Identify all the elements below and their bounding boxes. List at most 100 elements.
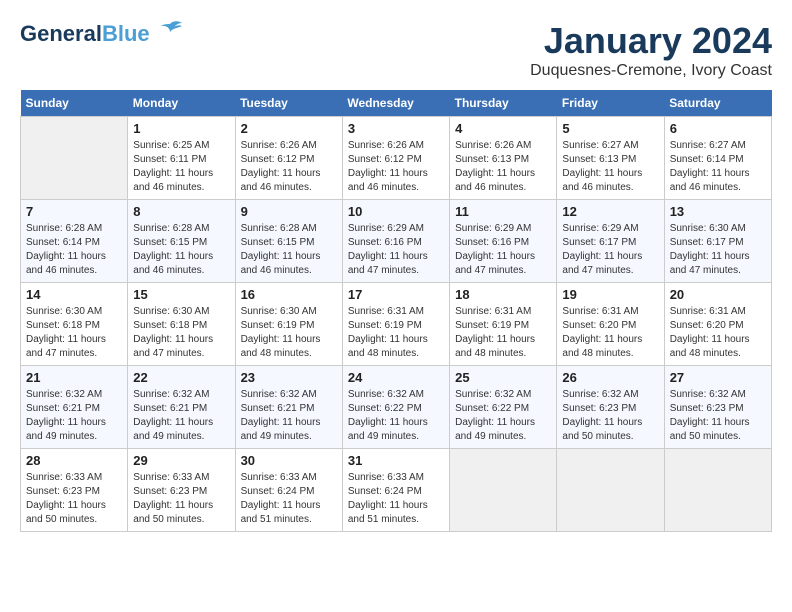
cell-info: Sunrise: 6:27 AMSunset: 6:14 PMDaylight:…	[670, 139, 766, 195]
day-number: 15	[133, 287, 229, 302]
calendar-cell: 14Sunrise: 6:30 AMSunset: 6:18 PMDayligh…	[21, 283, 128, 366]
location-subtitle: Duquesnes-Cremone, Ivory Coast	[530, 62, 772, 80]
logo: GeneralBlue	[20, 20, 184, 48]
day-number: 31	[348, 453, 444, 468]
day-number: 28	[26, 453, 122, 468]
cell-info: Sunrise: 6:32 AMSunset: 6:21 PMDaylight:…	[133, 388, 229, 444]
cell-info: Sunrise: 6:32 AMSunset: 6:23 PMDaylight:…	[562, 388, 658, 444]
day-number: 27	[670, 370, 766, 385]
cell-info: Sunrise: 6:29 AMSunset: 6:16 PMDaylight:…	[348, 222, 444, 278]
calendar-cell: 22 Sunrise: 6:32 AMSunset: 6:21 PMDayligh…	[128, 366, 235, 449]
calendar-cell: 27 Sunrise: 6:32 AMSunset: 6:23 PMDayligh…	[664, 366, 771, 449]
calendar-cell: 2 Sunrise: 6:26 AMSunset: 6:12 PMDaylight…	[235, 117, 342, 200]
page-header: GeneralBlue January 2024 Duquesnes-Cremo…	[20, 20, 772, 80]
cell-info: Sunrise: 6:33 AMSunset: 6:23 PMDaylight:…	[133, 471, 229, 527]
weekday-header-friday: Friday	[557, 90, 664, 117]
weekday-header-tuesday: Tuesday	[235, 90, 342, 117]
weekday-header-row: SundayMondayTuesdayWednesdayThursdayFrid…	[21, 90, 772, 117]
cell-info: Sunrise: 6:31 AMSunset: 6:20 PMDaylight:…	[670, 305, 766, 361]
day-number: 11	[455, 204, 551, 219]
day-number: 25	[455, 370, 551, 385]
calendar-cell: 26Sunrise: 6:32 AMSunset: 6:23 PMDayligh…	[557, 366, 664, 449]
cell-info: Sunrise: 6:28 AMSunset: 6:15 PMDaylight:…	[241, 222, 337, 278]
cell-info: Sunrise: 6:28 AMSunset: 6:14 PMDaylight:…	[26, 222, 122, 278]
day-number: 3	[348, 121, 444, 136]
day-number: 1	[133, 121, 229, 136]
calendar-cell: 24Sunrise: 6:32 AMSunset: 6:22 PMDayligh…	[342, 366, 449, 449]
day-number: 24	[348, 370, 444, 385]
calendar-cell: 18Sunrise: 6:31 AMSunset: 6:19 PMDayligh…	[450, 283, 557, 366]
day-number: 6	[670, 121, 766, 136]
cell-info: Sunrise: 6:32 AMSunset: 6:22 PMDaylight:…	[455, 388, 551, 444]
cell-info: Sunrise: 6:27 AMSunset: 6:13 PMDaylight:…	[562, 139, 658, 195]
calendar-week-row: 1 Sunrise: 6:25 AMSunset: 6:11 PMDaylight…	[21, 117, 772, 200]
cell-info: Sunrise: 6:32 AMSunset: 6:21 PMDaylight:…	[26, 388, 122, 444]
calendar-cell	[450, 449, 557, 532]
calendar-cell: 11 Sunrise: 6:29 AMSunset: 6:16 PMDayligh…	[450, 200, 557, 283]
day-number: 20	[670, 287, 766, 302]
calendar-cell: 29 Sunrise: 6:33 AMSunset: 6:23 PMDayligh…	[128, 449, 235, 532]
logo-text: GeneralBlue	[20, 22, 150, 46]
cell-info: Sunrise: 6:29 AMSunset: 6:16 PMDaylight:…	[455, 222, 551, 278]
calendar-cell: 16Sunrise: 6:30 AMSunset: 6:19 PMDayligh…	[235, 283, 342, 366]
calendar-cell: 17Sunrise: 6:31 AMSunset: 6:19 PMDayligh…	[342, 283, 449, 366]
cell-info: Sunrise: 6:30 AMSunset: 6:19 PMDaylight:…	[241, 305, 337, 361]
calendar-cell: 20 Sunrise: 6:31 AMSunset: 6:20 PMDayligh…	[664, 283, 771, 366]
day-number: 21	[26, 370, 122, 385]
calendar-cell: 15 Sunrise: 6:30 AMSunset: 6:18 PMDayligh…	[128, 283, 235, 366]
cell-info: Sunrise: 6:33 AMSunset: 6:24 PMDaylight:…	[241, 471, 337, 527]
cell-info: Sunrise: 6:31 AMSunset: 6:20 PMDaylight:…	[562, 305, 658, 361]
weekday-header-wednesday: Wednesday	[342, 90, 449, 117]
cell-info: Sunrise: 6:30 AMSunset: 6:17 PMDaylight:…	[670, 222, 766, 278]
cell-info: Sunrise: 6:32 AMSunset: 6:21 PMDaylight:…	[241, 388, 337, 444]
cell-info: Sunrise: 6:26 AMSunset: 6:12 PMDaylight:…	[241, 139, 337, 195]
calendar-cell: 8 Sunrise: 6:28 AMSunset: 6:15 PMDaylight…	[128, 200, 235, 283]
cell-info: Sunrise: 6:29 AMSunset: 6:17 PMDaylight:…	[562, 222, 658, 278]
calendar-cell: 10 Sunrise: 6:29 AMSunset: 6:16 PMDayligh…	[342, 200, 449, 283]
weekday-header-thursday: Thursday	[450, 90, 557, 117]
day-number: 2	[241, 121, 337, 136]
day-number: 23	[241, 370, 337, 385]
calendar-week-row: 14 Sunrise: 6:30 AMSunset: 6:18 PMDayligh…	[21, 283, 772, 366]
weekday-header-sunday: Sunday	[21, 90, 128, 117]
calendar-cell: 5 Sunrise: 6:27 AMSunset: 6:13 PMDaylight…	[557, 117, 664, 200]
day-number: 9	[241, 204, 337, 219]
calendar-cell: 6 Sunrise: 6:27 AMSunset: 6:14 PMDaylight…	[664, 117, 771, 200]
day-number: 13	[670, 204, 766, 219]
cell-info: Sunrise: 6:28 AMSunset: 6:15 PMDaylight:…	[133, 222, 229, 278]
day-number: 30	[241, 453, 337, 468]
cell-info: Sunrise: 6:26 AMSunset: 6:13 PMDaylight:…	[455, 139, 551, 195]
calendar-cell: 1 Sunrise: 6:25 AMSunset: 6:11 PMDaylight…	[128, 117, 235, 200]
cell-info: Sunrise: 6:33 AMSunset: 6:24 PMDaylight:…	[348, 471, 444, 527]
day-number: 8	[133, 204, 229, 219]
calendar-cell: 19Sunrise: 6:31 AMSunset: 6:20 PMDayligh…	[557, 283, 664, 366]
calendar-week-row: 21 Sunrise: 6:32 AMSunset: 6:21 PMDayligh…	[21, 366, 772, 449]
day-number: 22	[133, 370, 229, 385]
title-block: January 2024 Duquesnes-Cremone, Ivory Co…	[530, 20, 772, 80]
calendar-cell: 3 Sunrise: 6:26 AMSunset: 6:12 PMDaylight…	[342, 117, 449, 200]
day-number: 14	[26, 287, 122, 302]
day-number: 5	[562, 121, 658, 136]
calendar-cell: 31 Sunrise: 6:33 AMSunset: 6:24 PMDayligh…	[342, 449, 449, 532]
calendar-cell: 12Sunrise: 6:29 AMSunset: 6:17 PMDayligh…	[557, 200, 664, 283]
calendar-cell: 28Sunrise: 6:33 AMSunset: 6:23 PMDayligh…	[21, 449, 128, 532]
calendar-cell	[664, 449, 771, 532]
cell-info: Sunrise: 6:31 AMSunset: 6:19 PMDaylight:…	[455, 305, 551, 361]
calendar-cell: 21 Sunrise: 6:32 AMSunset: 6:21 PMDayligh…	[21, 366, 128, 449]
calendar-cell: 7 Sunrise: 6:28 AMSunset: 6:14 PMDaylight…	[21, 200, 128, 283]
day-number: 10	[348, 204, 444, 219]
calendar-cell	[557, 449, 664, 532]
calendar-cell: 23 Sunrise: 6:32 AMSunset: 6:21 PMDayligh…	[235, 366, 342, 449]
cell-info: Sunrise: 6:26 AMSunset: 6:12 PMDaylight:…	[348, 139, 444, 195]
cell-info: Sunrise: 6:32 AMSunset: 6:23 PMDaylight:…	[670, 388, 766, 444]
cell-info: Sunrise: 6:30 AMSunset: 6:18 PMDaylight:…	[133, 305, 229, 361]
day-number: 7	[26, 204, 122, 219]
day-number: 29	[133, 453, 229, 468]
cell-info: Sunrise: 6:25 AMSunset: 6:11 PMDaylight:…	[133, 139, 229, 195]
calendar-cell	[21, 117, 128, 200]
calendar-cell: 9 Sunrise: 6:28 AMSunset: 6:15 PMDaylight…	[235, 200, 342, 283]
calendar-week-row: 7 Sunrise: 6:28 AMSunset: 6:14 PMDaylight…	[21, 200, 772, 283]
month-title: January 2024	[530, 20, 772, 62]
calendar-cell: 30 Sunrise: 6:33 AMSunset: 6:24 PMDayligh…	[235, 449, 342, 532]
calendar-week-row: 28 Sunrise: 6:33 AMSunset: 6:23 PMDayligh…	[21, 449, 772, 532]
